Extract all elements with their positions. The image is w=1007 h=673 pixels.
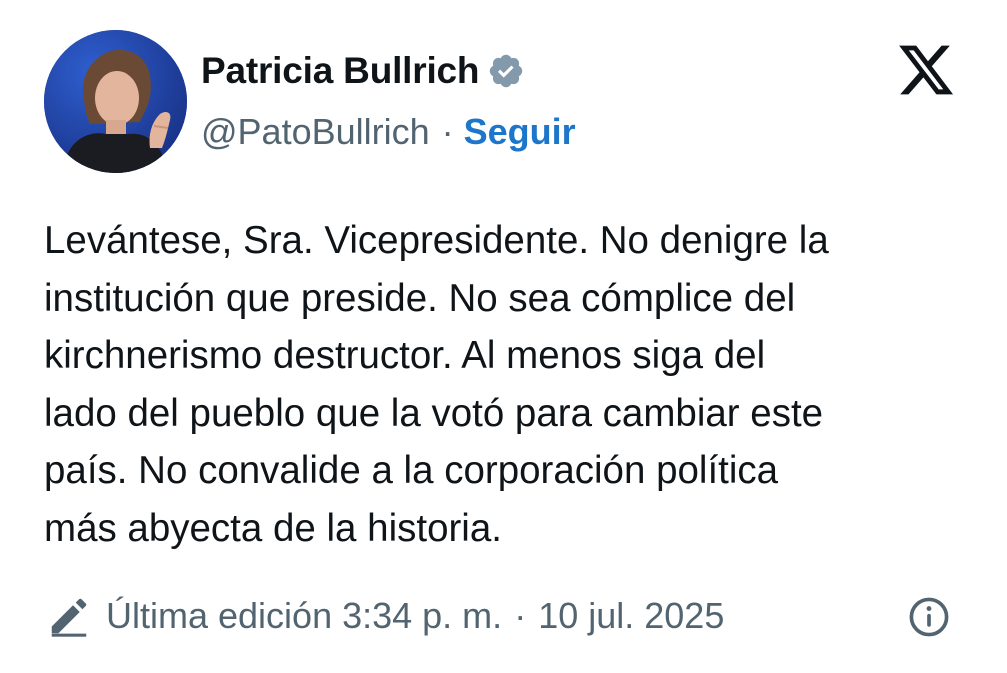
author-handle[interactable]: @PatoBullrich (201, 111, 430, 153)
footer-separator: · (514, 595, 527, 636)
tweet-footer: Última edición 3:34 p. m. · 10 jul. 2025 (46, 588, 724, 644)
author-handle-row: @PatoBullrich · Seguir (201, 108, 576, 156)
author-name[interactable]: Patricia Bullrich (201, 50, 480, 92)
edited-timestamp[interactable]: Última edición 3:34 p. m. (106, 595, 502, 637)
pencil-icon (51, 598, 87, 637)
profile-photo-icon (44, 30, 187, 173)
verified-badge-icon (490, 54, 523, 88)
info-icon[interactable] (907, 595, 951, 639)
tweet-date[interactable]: 10 jul. 2025 (538, 595, 724, 637)
author-avatar[interactable] (44, 30, 187, 173)
tweet-card: Patricia Bullrich @PatoBullrich · Seguir… (0, 0, 1007, 673)
x-logo-icon[interactable] (892, 40, 960, 100)
author-name-row: Patricia Bullrich (201, 46, 525, 96)
follow-button[interactable]: Seguir (464, 111, 576, 153)
tweet-text: Levántese, Sra. Vicepresidente. No denig… (44, 219, 829, 550)
handle-separator: · (441, 111, 454, 152)
